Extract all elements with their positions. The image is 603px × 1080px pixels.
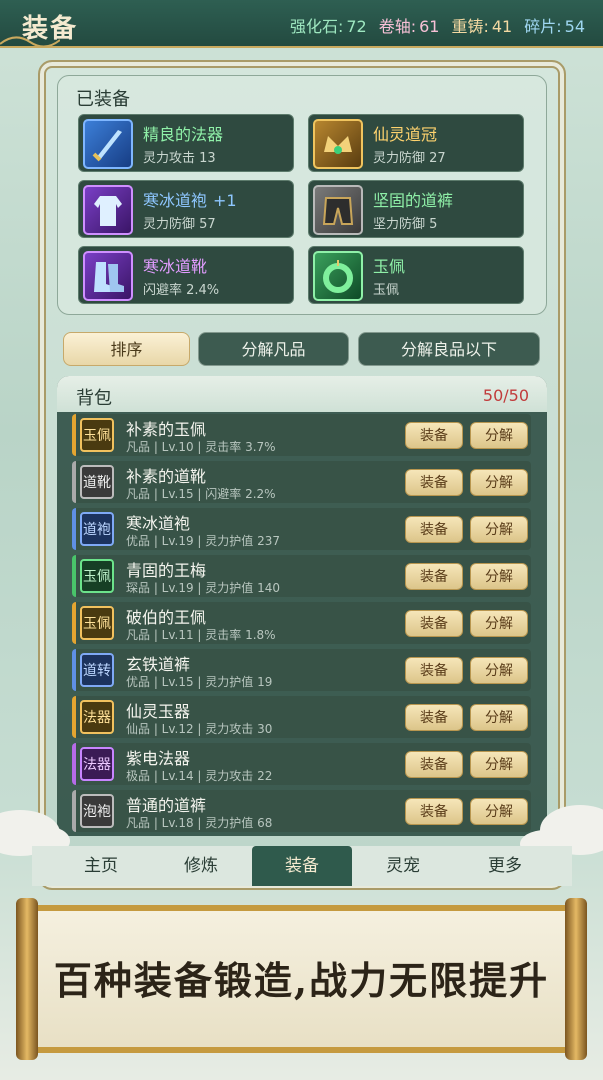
item-type-icon: 法器 bbox=[80, 700, 114, 734]
item-details: 凡品 | Lv.10 | 灵击率 3.7% bbox=[126, 440, 276, 454]
boots-icon bbox=[83, 251, 133, 301]
currency-bar: 强化石: 72 卷轴: 61 重铸: 41 碎片: 54 bbox=[290, 13, 585, 37]
equipped-title: 已装备 bbox=[76, 89, 130, 110]
equip-button[interactable]: 装备 bbox=[405, 469, 463, 496]
bag-count: 50/50 bbox=[482, 386, 529, 405]
item-type-icon: 道靴 bbox=[80, 465, 114, 499]
sword-icon bbox=[83, 119, 133, 169]
equip-button[interactable]: 装备 bbox=[405, 563, 463, 590]
item-name: 补素的玉佩 bbox=[126, 420, 207, 439]
item-type-icon: 泡袍 bbox=[80, 794, 114, 828]
item-type-icon: 道袍 bbox=[80, 512, 114, 546]
corner-ornament-icon bbox=[0, 36, 60, 48]
decompose-button[interactable]: 分解 bbox=[470, 798, 528, 825]
item-type-icon: 道转 bbox=[80, 653, 114, 687]
enhance-level: +1 bbox=[213, 191, 237, 210]
item-details: 优品 | Lv.19 | 灵力护值 237 bbox=[126, 534, 281, 548]
nav-pet[interactable]: 灵宠 bbox=[358, 846, 448, 886]
decompose-common-button[interactable]: 分解凡品 bbox=[198, 332, 349, 366]
decompose-button[interactable]: 分解 bbox=[470, 751, 528, 778]
decompose-button[interactable]: 分解 bbox=[470, 657, 528, 684]
top-bar: 装备 强化石: 72 卷轴: 61 重铸: 41 碎片: 54 bbox=[0, 0, 603, 48]
equip-button[interactable]: 装备 bbox=[405, 751, 463, 778]
equipped-slot-crown[interactable]: 仙灵道冠 灵力防御 27 bbox=[308, 114, 524, 172]
sort-button[interactable]: 排序 bbox=[63, 332, 190, 366]
item-name: 玄铁道裤 bbox=[126, 655, 191, 674]
equipped-stat: 灵力防御 57 bbox=[143, 217, 216, 232]
equipped-name: 寒冰道靴 bbox=[143, 257, 208, 276]
equipped-stat: 灵力防御 27 bbox=[373, 151, 446, 166]
item-name: 普通的道裤 bbox=[126, 796, 207, 815]
decompose-button[interactable]: 分解 bbox=[470, 563, 528, 590]
jade-pendant-icon bbox=[313, 251, 363, 301]
equipped-slot-weapon[interactable]: 精良的法器 灵力攻击 13 bbox=[78, 114, 294, 172]
bag-item-row[interactable]: 法器 仙灵玉器 仙品 | Lv.12 | 灵力攻击 30 装备 分解 bbox=[72, 696, 531, 738]
item-name: 寒冰道袍 bbox=[126, 514, 191, 533]
currency-reforge: 重铸: 41 bbox=[451, 17, 513, 36]
equipped-slot-robe[interactable]: 寒冰道袍 +1 灵力防御 57 bbox=[78, 180, 294, 238]
promo-slogan: 百种装备锻造,战力无限提升 bbox=[53, 958, 550, 1003]
item-name: 破伯的王佩 bbox=[126, 608, 207, 627]
equipped-stat: 坚力防御 5 bbox=[373, 217, 438, 232]
decompose-button[interactable]: 分解 bbox=[470, 469, 528, 496]
equip-button[interactable]: 装备 bbox=[405, 704, 463, 731]
item-details: 琛品 | Lv.19 | 灵力护值 140 bbox=[126, 581, 281, 595]
nav-cultivate[interactable]: 修炼 bbox=[156, 846, 246, 886]
equipped-stat: 玉佩 bbox=[373, 283, 400, 298]
item-name: 紫电法器 bbox=[126, 749, 191, 768]
bag-item-row[interactable]: 道靴 补素的道靴 凡品 | Lv.15 | 闪避率 2.2% 装备 分解 bbox=[72, 461, 531, 503]
equipped-slot-boots[interactable]: 寒冰道靴 闪避率 2.4% bbox=[78, 246, 294, 304]
bag-title: 背包 bbox=[76, 388, 112, 409]
equipped-name: 仙灵道冠 bbox=[373, 125, 438, 144]
bag-item-row[interactable]: 道转 玄铁道裤 优品 | Lv.15 | 灵力护值 19 装备 分解 bbox=[72, 649, 531, 691]
item-details: 凡品 | Lv.11 | 灵击率 1.8% bbox=[126, 628, 276, 642]
equip-button[interactable]: 装备 bbox=[405, 610, 463, 637]
item-details: 优品 | Lv.15 | 灵力护值 19 bbox=[126, 675, 273, 689]
currency-scroll: 卷轴: 61 bbox=[378, 17, 440, 36]
equipped-stat: 闪避率 2.4% bbox=[143, 283, 220, 298]
nav-home[interactable]: 主页 bbox=[56, 846, 146, 886]
equip-button[interactable]: 装备 bbox=[405, 798, 463, 825]
item-type-icon: 法器 bbox=[80, 747, 114, 781]
bag-header bbox=[57, 376, 547, 412]
equipped-slot-pants[interactable]: 坚固的道裤 坚力防御 5 bbox=[308, 180, 524, 238]
bag-item-row[interactable]: 泡袍 普通的道裤 凡品 | Lv.18 | 灵力护值 68 装备 分解 bbox=[72, 790, 531, 832]
item-details: 凡品 | Lv.15 | 闪避率 2.2% bbox=[126, 487, 276, 501]
pants-icon bbox=[313, 185, 363, 235]
nav-equipment[interactable]: 装备 bbox=[252, 846, 352, 886]
equipped-slot-pendant[interactable]: 玉佩 玉佩 bbox=[308, 246, 524, 304]
item-type-icon: 玉佩 bbox=[80, 606, 114, 640]
equipped-stat: 灵力攻击 13 bbox=[143, 151, 216, 166]
decompose-button[interactable]: 分解 bbox=[470, 422, 528, 449]
item-name: 补素的道靴 bbox=[126, 467, 207, 486]
robe-icon bbox=[83, 185, 133, 235]
currency-enhance-stone: 强化石: 72 bbox=[289, 17, 367, 36]
nav-more[interactable]: 更多 bbox=[460, 846, 550, 886]
item-type-icon: 玉佩 bbox=[80, 418, 114, 452]
equipped-name: 精良的法器 bbox=[143, 125, 224, 144]
bag-item-row[interactable]: 玉佩 破伯的王佩 凡品 | Lv.11 | 灵击率 1.8% 装备 分解 bbox=[72, 602, 531, 644]
item-details: 仙品 | Lv.12 | 灵力攻击 30 bbox=[126, 722, 273, 736]
equipped-name: 坚固的道裤 bbox=[373, 191, 454, 210]
item-name: 青固的王梅 bbox=[126, 561, 207, 580]
item-type-icon: 玉佩 bbox=[80, 559, 114, 593]
equip-button[interactable]: 装备 bbox=[405, 657, 463, 684]
bag-item-row[interactable]: 玉佩 补素的玉佩 凡品 | Lv.10 | 灵击率 3.7% 装备 分解 bbox=[72, 414, 531, 456]
item-details: 极品 | Lv.14 | 灵力攻击 22 bbox=[126, 769, 273, 783]
decompose-button[interactable]: 分解 bbox=[470, 610, 528, 637]
equip-button[interactable]: 装备 bbox=[405, 516, 463, 543]
decompose-below-good-button[interactable]: 分解良品以下 bbox=[358, 332, 540, 366]
bag-item-row[interactable]: 玉佩 青固的王梅 琛品 | Lv.19 | 灵力护值 140 装备 分解 bbox=[72, 555, 531, 597]
equipped-name: 玉佩 bbox=[373, 257, 406, 276]
equipped-name: 寒冰道袍 +1 bbox=[143, 191, 237, 210]
decompose-button[interactable]: 分解 bbox=[470, 516, 528, 543]
bag-item-row[interactable]: 道袍 寒冰道袍 优品 | Lv.19 | 灵力护值 237 装备 分解 bbox=[72, 508, 531, 550]
item-name: 仙灵玉器 bbox=[126, 702, 191, 721]
equip-button[interactable]: 装备 bbox=[405, 422, 463, 449]
bag-item-row[interactable]: 法器 紫电法器 极品 | Lv.14 | 灵力攻击 22 装备 分解 bbox=[72, 743, 531, 785]
currency-shard: 碎片: 54 bbox=[524, 17, 585, 36]
decompose-button[interactable]: 分解 bbox=[470, 704, 528, 731]
crown-icon bbox=[313, 119, 363, 169]
item-details: 凡品 | Lv.18 | 灵力护值 68 bbox=[126, 816, 273, 830]
